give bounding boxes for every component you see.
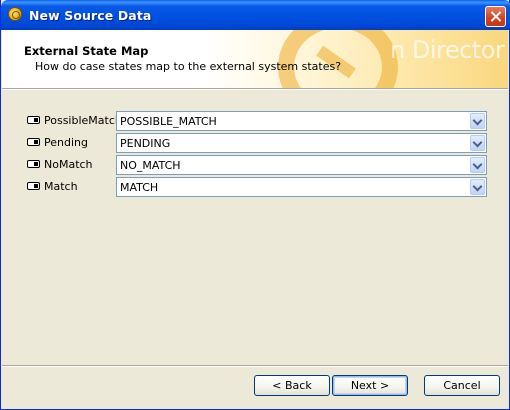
next-button[interactable]: Next > xyxy=(332,375,408,396)
back-button[interactable]: < Back xyxy=(254,375,330,396)
app-logo-icon xyxy=(8,7,22,21)
page-title: External State Map xyxy=(24,44,149,58)
state-select-match[interactable]: MATCH xyxy=(116,177,487,197)
chevron-down-icon[interactable] xyxy=(470,157,485,173)
state-toggle-icon xyxy=(27,138,40,146)
chevron-down-icon[interactable] xyxy=(470,179,485,195)
close-button[interactable] xyxy=(485,6,506,27)
mapping-row-pending: Pending PENDING xyxy=(1,133,510,153)
chevron-down-icon[interactable] xyxy=(470,113,485,129)
mapping-row-match: Match MATCH xyxy=(1,177,510,197)
select-value: PENDING xyxy=(120,137,171,150)
page-subtitle: How do case states map to the external s… xyxy=(35,60,342,73)
state-select-pending[interactable]: PENDING xyxy=(116,133,487,153)
wizard-window: New Source Data n Director External Stat… xyxy=(0,0,510,410)
banner-text: n Director xyxy=(390,36,505,64)
select-value: NO_MATCH xyxy=(120,159,181,172)
title-bar[interactable]: New Source Data xyxy=(1,0,510,30)
mapping-row-possiblematch: PossibleMatch POSSIBLE_MATCH xyxy=(1,111,510,131)
footer-divider xyxy=(2,365,508,367)
state-toggle-icon xyxy=(27,160,40,168)
state-label: Pending xyxy=(44,136,88,149)
window-title: New Source Data xyxy=(29,8,152,23)
mapping-row-nomatch: NoMatch NO_MATCH xyxy=(1,155,510,175)
state-label: Match xyxy=(44,180,78,193)
state-label: NoMatch xyxy=(44,158,93,171)
header-divider xyxy=(2,88,508,90)
wizard-header: n Director External State Map How do cas… xyxy=(2,30,508,88)
select-value: MATCH xyxy=(120,181,159,194)
state-select-nomatch[interactable]: NO_MATCH xyxy=(116,155,487,175)
banner-logo xyxy=(278,30,398,88)
state-toggle-icon xyxy=(27,182,40,190)
chevron-down-icon[interactable] xyxy=(470,135,485,151)
cancel-button[interactable]: Cancel xyxy=(424,375,500,396)
state-select-possiblematch[interactable]: POSSIBLE_MATCH xyxy=(116,111,487,131)
state-label: PossibleMatch xyxy=(44,114,122,127)
state-toggle-icon xyxy=(27,116,40,124)
select-value: POSSIBLE_MATCH xyxy=(120,115,217,128)
